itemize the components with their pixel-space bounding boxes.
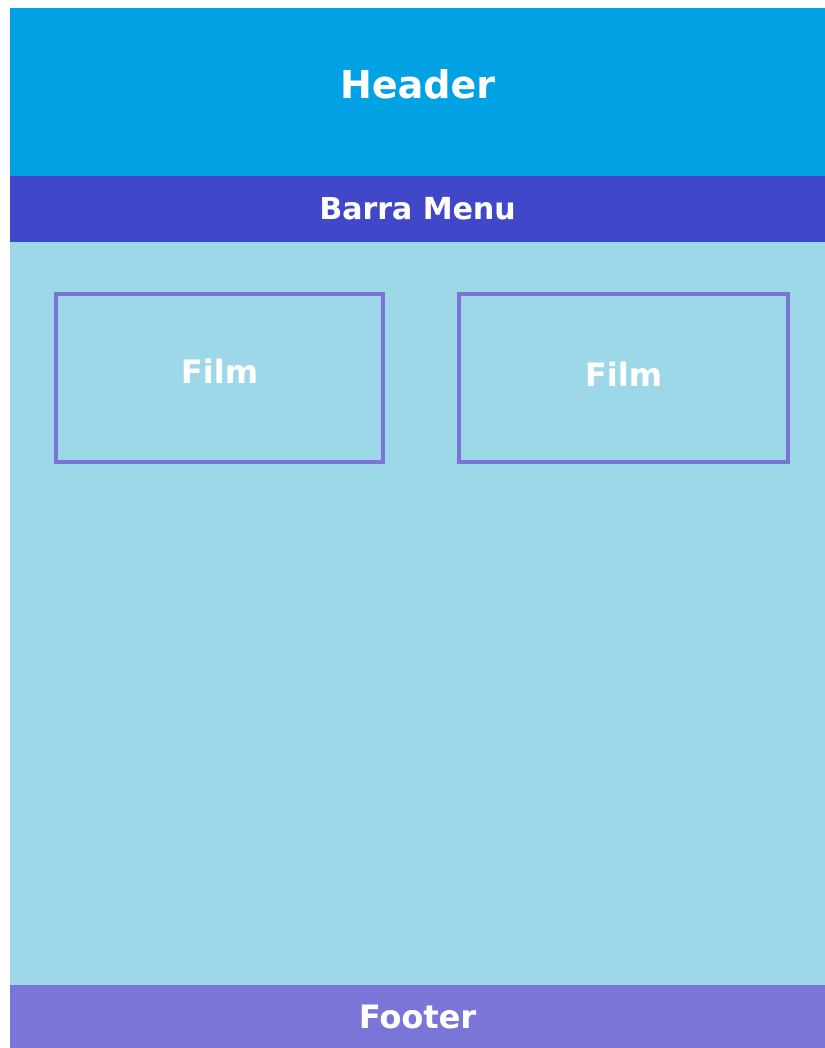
content-area: Film Film — [10, 242, 825, 985]
menu-bar-label: Barra Menu — [319, 191, 516, 227]
page-layout: Header Barra Menu Film Film Footer — [10, 8, 825, 1048]
header: Header — [10, 8, 825, 176]
film-card[interactable]: Film — [457, 292, 790, 464]
film-card[interactable]: Film — [54, 292, 385, 464]
footer: Footer — [10, 985, 825, 1048]
film-label: Film — [180, 353, 259, 391]
menu-bar[interactable]: Barra Menu — [10, 176, 825, 242]
header-title: Header — [340, 63, 495, 107]
film-label: Film — [584, 356, 663, 394]
footer-label: Footer — [358, 997, 477, 1036]
